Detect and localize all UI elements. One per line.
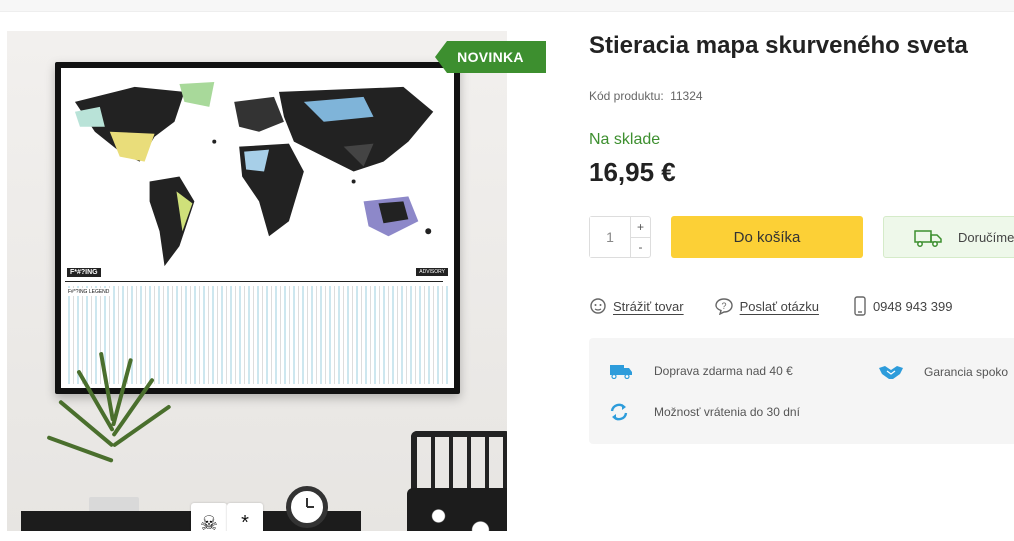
add-to-cart-button[interactable]: Do košíka bbox=[671, 216, 863, 258]
poster-brand: F*#?ING bbox=[67, 268, 101, 277]
benefit-returns: Možnosť vrátenia do 30 dní bbox=[609, 402, 800, 422]
pillow bbox=[407, 488, 507, 531]
ask-question-link[interactable]: ? Poslať otázku bbox=[714, 297, 819, 315]
skull-mug: ☠ bbox=[191, 503, 227, 531]
poster: F*#?ING ADVISORY F#*?ING LEGEND bbox=[61, 68, 454, 388]
header-strip bbox=[0, 0, 1014, 12]
poster-advisory: ADVISORY bbox=[416, 268, 448, 276]
asterisk-mug: * bbox=[227, 503, 263, 531]
product-image[interactable]: F*#?ING ADVISORY F#*?ING LEGEND ☠ * bbox=[7, 31, 507, 531]
world-map bbox=[65, 72, 444, 282]
delivery-button[interactable]: Doručíme bbox=[883, 216, 1014, 258]
handshake-icon bbox=[879, 366, 903, 379]
product-code-label: Kód produktu: bbox=[589, 89, 664, 103]
product-actions: Strážiť tovar ? Poslať otázku 0948 943 3… bbox=[589, 296, 952, 316]
watch-product-link[interactable]: Strážiť tovar bbox=[589, 297, 684, 315]
product-code: Kód produktu: 11324 bbox=[589, 89, 703, 103]
new-badge: NOVINKA bbox=[435, 41, 546, 73]
benefit-guarantee: Garancia spoko bbox=[878, 363, 1008, 381]
legend-title: F#*?ING LEGEND bbox=[67, 288, 111, 296]
question-bubble-icon: ? bbox=[714, 298, 733, 315]
stock-status: Na sklade bbox=[589, 131, 661, 148]
phone-number: 0948 943 399 bbox=[872, 298, 953, 314]
quantity-increase-button[interactable]: + bbox=[631, 217, 650, 238]
benefit-free-shipping: Doprava zdarma nad 40 € bbox=[609, 363, 793, 379]
product-title: Stieracia mapa skurveného sveta bbox=[589, 32, 968, 59]
benefit-label: Doprava zdarma nad 40 € bbox=[654, 364, 793, 378]
alarm-clock bbox=[286, 486, 328, 528]
benefits-box: Doprava zdarma nad 40 € Garancia spoko M… bbox=[589, 338, 1014, 444]
poster-legend: F#*?ING LEGEND bbox=[65, 286, 450, 384]
product-code-value: 11324 bbox=[670, 89, 703, 103]
phone-link[interactable]: 0948 943 399 bbox=[853, 296, 953, 316]
quantity-stepper: + - bbox=[589, 216, 651, 258]
quantity-decrease-button[interactable]: - bbox=[631, 238, 650, 258]
quantity-input[interactable] bbox=[590, 217, 630, 257]
product-page: F*#?ING ADVISORY F#*?ING LEGEND ☠ * NOVI… bbox=[0, 0, 1014, 541]
ask-question-label: Poslať otázku bbox=[739, 298, 819, 314]
delivery-label: Doručíme bbox=[958, 229, 1014, 245]
truck-icon bbox=[610, 365, 632, 379]
refresh-icon bbox=[610, 403, 628, 421]
poster-frame: F*#?ING ADVISORY F#*?ING LEGEND bbox=[55, 62, 460, 394]
svg-text:?: ? bbox=[721, 301, 726, 311]
product-price: 16,95 € bbox=[589, 157, 676, 187]
phone-icon bbox=[854, 296, 866, 316]
watchdog-icon bbox=[590, 298, 606, 314]
benefit-label: Možnosť vrátenia do 30 dní bbox=[654, 405, 800, 419]
benefit-label: Garancia spoko bbox=[924, 365, 1009, 379]
watch-product-label: Strážiť tovar bbox=[613, 298, 684, 314]
truck-icon bbox=[914, 230, 942, 247]
